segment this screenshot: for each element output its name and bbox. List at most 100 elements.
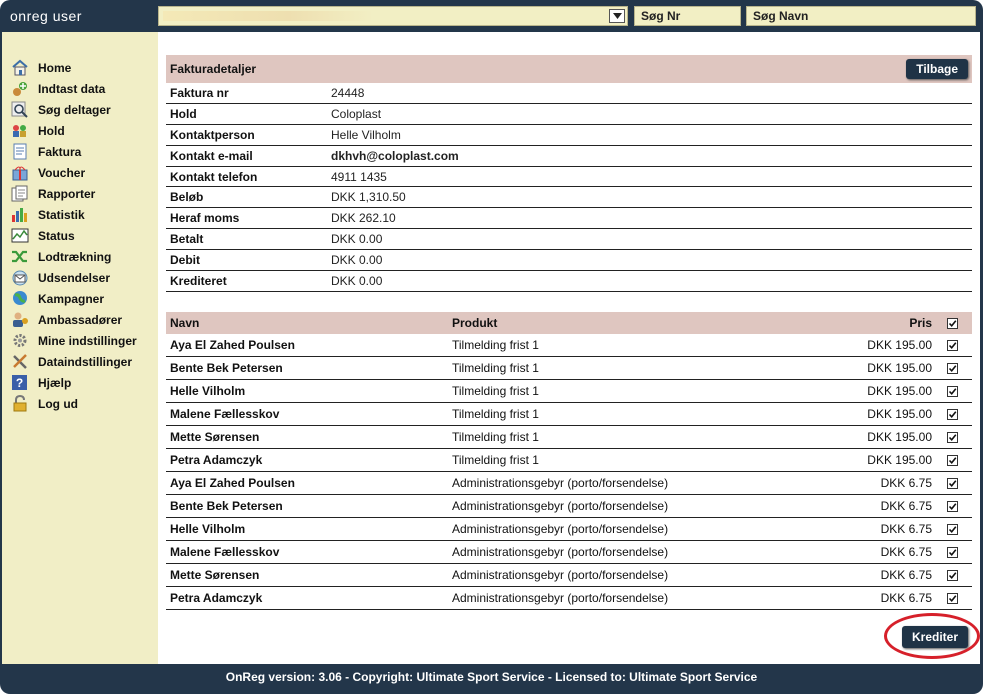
sidebar-item-label: Status	[38, 228, 75, 243]
line-product: Tilmelding frist 1	[452, 453, 539, 467]
sidebar-item-label: Lodtrækning	[38, 249, 112, 264]
line-checkbox[interactable]	[946, 408, 958, 420]
sidebar-item-kampagner[interactable]: Kampagner	[2, 288, 158, 309]
line-checkbox[interactable]	[946, 477, 958, 489]
sidebar-item-rapporter[interactable]: Rapporter	[2, 183, 158, 204]
details-row: Kontaktperson Helle Vilholm	[166, 125, 972, 146]
line-product: Tilmelding frist 1	[452, 407, 539, 421]
details-row: Krediteret DKK 0.00	[166, 271, 972, 292]
sidebar-item-hjælp[interactable]: ? Hjælp	[2, 372, 158, 393]
search-nr-input[interactable]: Søg Nr	[634, 6, 741, 26]
line-checkbox[interactable]	[946, 523, 958, 535]
line-product: Tilmelding frist 1	[452, 338, 539, 352]
line-price: DKK 6.75	[880, 522, 932, 536]
details-value: dkhvh@coloplast.com	[331, 148, 459, 163]
sidebar-item-label: Ambassadører	[38, 312, 123, 327]
sidebar: Home Indtast data Søg deltager Hold Faktura V…	[2, 32, 158, 664]
sidebar-item-label: Mine indstillinger	[38, 333, 137, 348]
add-data-icon	[11, 80, 29, 97]
invoice-lines-panel: Navn Produkt Pris Aya El Zahed Poulsen Ti…	[166, 312, 972, 610]
line-price: DKK 195.00	[867, 430, 932, 444]
line-price: DKK 6.75	[880, 499, 932, 513]
line-name: Petra Adamczyk	[170, 591, 263, 605]
table-row: Helle Vilholm Administrationsgebyr (porto…	[166, 518, 972, 541]
line-checkbox[interactable]	[946, 546, 958, 558]
line-name: Mette Sørensen	[170, 568, 260, 582]
ambassador-icon	[11, 311, 29, 328]
line-product: Tilmelding frist 1	[452, 384, 539, 398]
app-frame: onreg user Søg Nr Søg Navn Home Indtast d…	[0, 0, 983, 694]
line-select-cell	[932, 362, 972, 374]
line-checkbox[interactable]	[946, 569, 958, 581]
back-button[interactable]: Tilbage	[906, 59, 968, 79]
main-content: Fakturadetaljer Tilbage Faktura nr 24448 H…	[158, 32, 980, 664]
line-product: Administrationsgebyr (porto/forsendelse)	[452, 568, 669, 582]
credit-button[interactable]: Krediter	[902, 626, 969, 648]
sidebar-item-lodtrækning[interactable]: Lodtrækning	[2, 246, 158, 267]
footer: OnReg version: 3.06 - Copyright: Ultimat…	[225, 670, 758, 684]
line-select-cell	[932, 431, 972, 443]
line-product: Administrationsgebyr (porto/forsendelse)	[452, 476, 669, 490]
invoice-details-panel: Fakturadetaljer Tilbage Faktura nr 24448 H…	[166, 55, 972, 292]
line-checkbox[interactable]	[946, 385, 958, 397]
line-select-cell	[932, 454, 972, 466]
line-name: Bente Bek Petersen	[170, 361, 283, 375]
sidebar-item-faktura[interactable]: Faktura	[2, 141, 158, 162]
line-product: Administrationsgebyr (porto/forsendelse)	[452, 522, 669, 536]
event-select[interactable]	[158, 6, 628, 26]
sidebar-item-indtast-data[interactable]: Indtast data	[2, 78, 158, 99]
line-checkbox[interactable]	[946, 454, 958, 466]
line-select-cell	[932, 592, 972, 604]
sidebar-item-hold[interactable]: Hold	[2, 120, 158, 141]
line-name: Aya El Zahed Poulsen	[170, 338, 295, 352]
line-product: Administrationsgebyr (porto/forsendelse)	[452, 591, 669, 605]
details-key: Faktura nr	[170, 85, 229, 100]
sidebar-item-mine-indstillinger[interactable]: Mine indstillinger	[2, 330, 158, 351]
sidebar-item-home[interactable]: Home	[2, 57, 158, 78]
details-row: Debit DKK 0.00	[166, 250, 972, 272]
sidebar-item-label: Udsendelser	[38, 270, 111, 285]
sidebar-item-label: Hold	[38, 123, 65, 138]
details-value: DKK 0.00	[331, 273, 383, 288]
table-row: Malene Fællesskov Tilmelding frist 1 DKK 1…	[166, 403, 972, 426]
table-row: Bente Bek Petersen Administrationsgebyr (…	[166, 495, 972, 518]
details-table: Faktura nr 24448 Hold Coloplast Kontaktperso…	[166, 83, 972, 292]
sidebar-item-ambassadører[interactable]: Ambassadører	[2, 309, 158, 330]
shuffle-icon	[11, 248, 29, 265]
sidebar-item-voucher[interactable]: Voucher	[2, 162, 158, 183]
sidebar-item-søg-deltager[interactable]: Søg deltager	[2, 99, 158, 120]
line-checkbox[interactable]	[946, 431, 958, 443]
line-price: DKK 195.00	[867, 338, 932, 352]
details-key: Debit	[170, 253, 200, 268]
sidebar-item-status[interactable]: Status	[2, 225, 158, 246]
sidebar-item-label: Kampagner	[38, 291, 105, 306]
line-select-cell	[932, 500, 972, 512]
line-checkbox[interactable]	[946, 500, 958, 512]
search-name-input[interactable]: Søg Navn	[746, 6, 976, 26]
line-checkbox[interactable]	[946, 339, 958, 351]
sidebar-item-statistik[interactable]: Statistik	[2, 204, 158, 225]
line-checkbox[interactable]	[946, 362, 958, 374]
chevron-down-icon[interactable]	[609, 9, 625, 23]
panel-title: Fakturadetaljer	[170, 62, 257, 76]
sidebar-item-udsendelser[interactable]: Udsendelser	[2, 267, 158, 288]
lines-table: Aya El Zahed Poulsen Tilmelding frist 1 DK…	[166, 334, 972, 610]
details-key: Kontaktperson	[170, 127, 255, 142]
details-value: 24448	[331, 85, 365, 100]
line-checkbox[interactable]	[946, 592, 958, 604]
header-price: Pris	[909, 316, 932, 330]
sidebar-item-label: Faktura	[38, 144, 82, 159]
status-chart-icon	[11, 227, 29, 244]
sidebar-item-label: Rapporter	[38, 186, 96, 201]
help-icon: ?	[11, 374, 29, 391]
line-price: DKK 195.00	[867, 453, 932, 467]
details-value: DKK 0.00	[331, 253, 383, 268]
search-participant-icon	[11, 101, 29, 118]
details-row: Heraf moms DKK 262.10	[166, 208, 972, 230]
details-value: 4911 1435	[331, 169, 387, 184]
line-price: DKK 195.00	[867, 361, 932, 375]
table-row: Aya El Zahed Poulsen Administrationsgebyr…	[166, 472, 972, 495]
sidebar-item-dataindstillinger[interactable]: Dataindstillinger	[2, 351, 158, 372]
sidebar-item-log-ud[interactable]: Log ud	[2, 393, 158, 414]
select-all-checkbox[interactable]	[946, 317, 958, 329]
